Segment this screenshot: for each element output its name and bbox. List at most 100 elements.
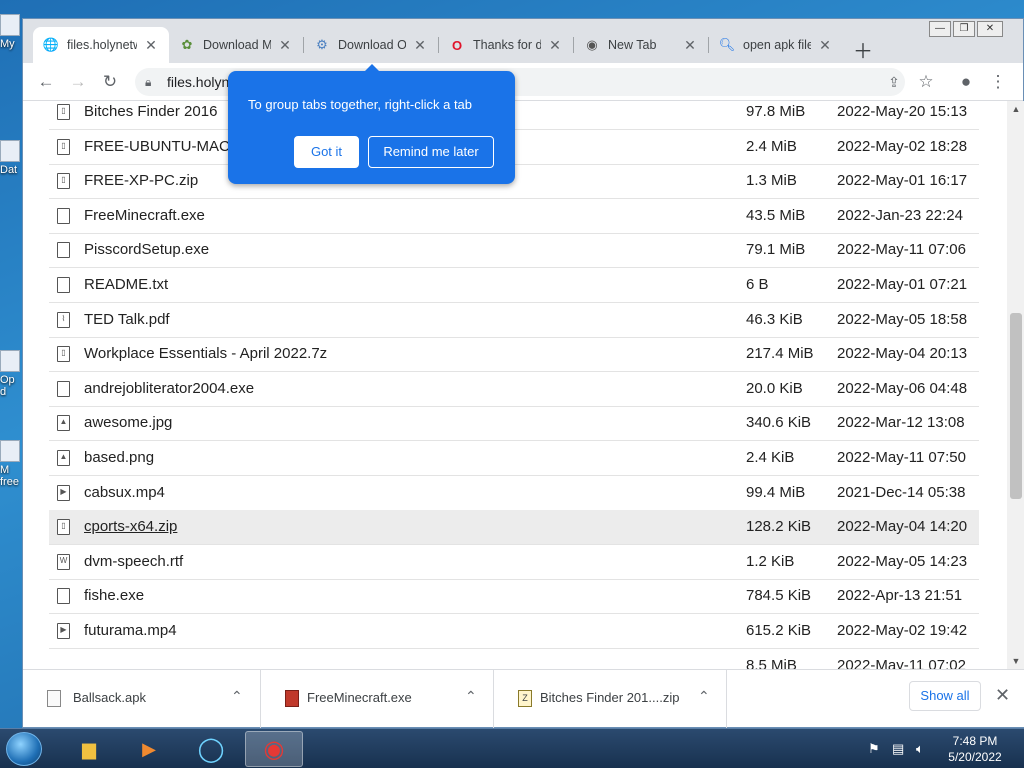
file-name-link[interactable]: FREE-UBUNTU-MAC [84, 138, 230, 155]
taskbar-opera[interactable]: ◯ [182, 731, 240, 767]
desktop-icon-minecraft[interactable]: M free [0, 440, 22, 488]
file-date: 2022-May-05 18:58 [837, 310, 968, 328]
close-icon[interactable]: ✕ [995, 685, 1010, 706]
file-date: 2022-May-05 14:23 [837, 552, 968, 570]
new-tab-button[interactable]: ＋ [853, 35, 873, 64]
start-button[interactable] [6, 732, 42, 766]
opera-icon: ◯ [197, 735, 225, 763]
file-size: 1.2 KiB [746, 552, 795, 570]
download-item[interactable]: Z Bitches Finder 201....zip ⌃ [494, 670, 727, 728]
desktop-icon-data[interactable]: Dat [0, 140, 22, 176]
chevron-up-icon[interactable]: ⌃ [465, 688, 477, 705]
file-name-link[interactable]: TED Talk.pdf [84, 311, 170, 328]
remind-me-later-button[interactable]: Remind me later [368, 136, 494, 168]
file-name-link[interactable]: based.png [84, 449, 154, 466]
close-icon[interactable]: ✕ [547, 37, 563, 54]
close-icon[interactable]: ✕ [817, 37, 833, 54]
close-icon[interactable]: ✕ [277, 37, 293, 54]
file-row[interactable]: README.txt 6 B 2022-May-01 07:21 [49, 268, 979, 303]
file-row[interactable]: ▶ cabsux.mp4 99.4 MiB 2021-Dec-14 05:38 [49, 476, 979, 511]
tab-thanks[interactable]: O Thanks for d ✕ [439, 27, 573, 63]
minimize-button[interactable]: — [929, 21, 951, 37]
file-row[interactable]: 8.5 MiB 2022-May-11 07:02 [49, 649, 979, 669]
tab-new-tab[interactable]: ◉ New Tab ✕ [574, 27, 708, 63]
volume-icon[interactable]: 🔈︎ [916, 741, 924, 757]
chrome-icon: ◉ [263, 735, 285, 763]
show-all-button[interactable]: Show all [909, 681, 981, 711]
file-size: 128.2 KiB [746, 518, 812, 536]
profile-avatar-icon[interactable]: ● [955, 71, 977, 93]
vertical-scrollbar[interactable]: ▲ ▼ [1007, 101, 1024, 669]
file-row[interactable]: ▲ awesome.jpg 340.6 KiB 2022-Mar-12 13:08 [49, 406, 979, 442]
clock[interactable]: 7:48 PM 5/20/2022 [940, 733, 1010, 765]
file-row[interactable]: fishe.exe 784.5 KiB 2022-Apr-13 21:51 [49, 579, 979, 615]
file-row[interactable]: andrejobliterator2004.exe 20.0 KiB 2022-Ma… [49, 372, 979, 407]
file-name-link[interactable]: FREE-XP-PC.zip [84, 172, 198, 189]
close-window-button[interactable]: ✕ [977, 21, 1003, 37]
tab-title: New Tab [608, 38, 657, 52]
scroll-thumb[interactable] [1010, 313, 1022, 499]
forward-button[interactable]: → [67, 71, 89, 93]
close-icon[interactable]: ✕ [412, 37, 428, 54]
close-icon[interactable]: ✕ [143, 37, 159, 54]
taskbar-explorer[interactable]: ▆ [60, 731, 118, 767]
file-date: 2021-Dec-14 05:38 [837, 483, 966, 501]
file-name-link[interactable]: awesome.jpg [84, 414, 172, 431]
file-name-link[interactable]: FreeMinecraft.exe [84, 207, 205, 224]
file-name-link[interactable]: dvm-speech.rtf [84, 553, 183, 570]
network-icon[interactable]: ▤ [892, 741, 904, 757]
close-icon[interactable]: ✕ [682, 37, 698, 54]
file-name-link[interactable]: Workplace Essentials - April 2022.7z [84, 345, 327, 362]
file-row[interactable]: ⌇ TED Talk.pdf 46.3 KiB 2022-May-05 18:58 [49, 303, 979, 338]
file-row[interactable]: PisscordSetup.exe 79.1 MiB 2022-May-11 07:… [49, 233, 979, 269]
flag-icon[interactable]: ⚑ [868, 741, 880, 757]
file-size: 79.1 MiB [746, 241, 806, 259]
chevron-up-icon[interactable]: ⌃ [698, 688, 710, 705]
tab-download-op[interactable]: ⚙ Download Op ✕ [304, 27, 438, 63]
file-icon [57, 588, 70, 605]
file-row[interactable]: Wdvm-speech.rtf 1.2 KiB 2022-May-05 14:23 [49, 545, 979, 580]
file-size: 784.5 KiB [746, 587, 812, 605]
bookmark-star-icon[interactable]: ☆ [915, 71, 937, 93]
file-row[interactable]: ▯ cports-x64.zip 128.2 KiB 2022-May-04 14:2… [49, 510, 979, 546]
clock-time: 7:48 PM [952, 734, 998, 748]
file-row[interactable]: ▯ Workplace Essentials - April 2022.7z 217… [49, 337, 979, 373]
tab-download-m[interactable]: ✿ Download M ✕ [169, 27, 303, 63]
video-file-icon: ▶ [57, 623, 70, 639]
tab-open-apk[interactable]: 🔍︎ open apk file ✕ [709, 27, 843, 63]
file-name-link[interactable]: PisscordSetup.exe [84, 241, 209, 258]
back-button[interactable]: ← [35, 71, 57, 93]
file-size: 43.5 MiB [746, 206, 806, 224]
file-row[interactable]: ▲ based.png 2.4 KiB 2022-May-11 07:50 [49, 441, 979, 476]
chevron-up-icon[interactable]: ⌃ [231, 688, 243, 705]
file-row[interactable]: ▶ futurama.mp4 615.2 KiB 2022-May-02 19:42 [49, 614, 979, 649]
file-name-link[interactable]: cports-x64.zip [84, 518, 177, 535]
reload-button[interactable]: ↻ [99, 71, 121, 93]
file-name-link[interactable]: andrejobliterator2004.exe [84, 380, 254, 397]
file-name-link[interactable]: README.txt [84, 276, 168, 293]
file-name-link[interactable]: fishe.exe [84, 587, 144, 604]
file-name-link[interactable]: cabsux.mp4 [84, 484, 165, 501]
tab-files-holynet[interactable]: 🌐 files.holynetw ✕ [33, 27, 169, 63]
download-item[interactable]: Ballsack.apk ⌃ [23, 670, 261, 728]
desktop-icon-my-computer[interactable]: My [0, 14, 22, 50]
share-icon[interactable]: ⇪ [883, 71, 905, 93]
scroll-up-arrow-icon[interactable]: ▲ [1007, 101, 1024, 117]
file-icon [57, 207, 70, 224]
file-row[interactable]: FreeMinecraft.exe 43.5 MiB 2022-Jan-23 22:… [49, 199, 979, 234]
tab-title: open apk file [743, 38, 811, 52]
download-item[interactable]: FreeMinecraft.exe ⌃ [261, 670, 494, 728]
opera-site-icon: ⚙ [316, 37, 328, 52]
file-name-link[interactable]: Bitches Finder 2016 [84, 103, 217, 120]
browser-window: 🌐 files.holynetw ✕ ✿ Download M ✕ ⚙ Down… [22, 18, 1024, 728]
got-it-button[interactable]: Got it [294, 136, 359, 168]
file-name-link[interactable]: futurama.mp4 [84, 622, 177, 639]
desktop-icon-opera[interactable]: Op d [0, 350, 22, 398]
scroll-down-arrow-icon[interactable]: ▼ [1007, 653, 1024, 669]
menu-kebab-icon[interactable]: ⋮ [987, 71, 1009, 93]
tab-title: Download M [203, 38, 271, 52]
maximize-button[interactable]: ❐ [953, 21, 975, 37]
taskbar-chrome[interactable]: ◉ [245, 731, 303, 767]
desktop-label: d [0, 386, 7, 398]
taskbar-media-player[interactable]: ▶ [120, 731, 178, 767]
